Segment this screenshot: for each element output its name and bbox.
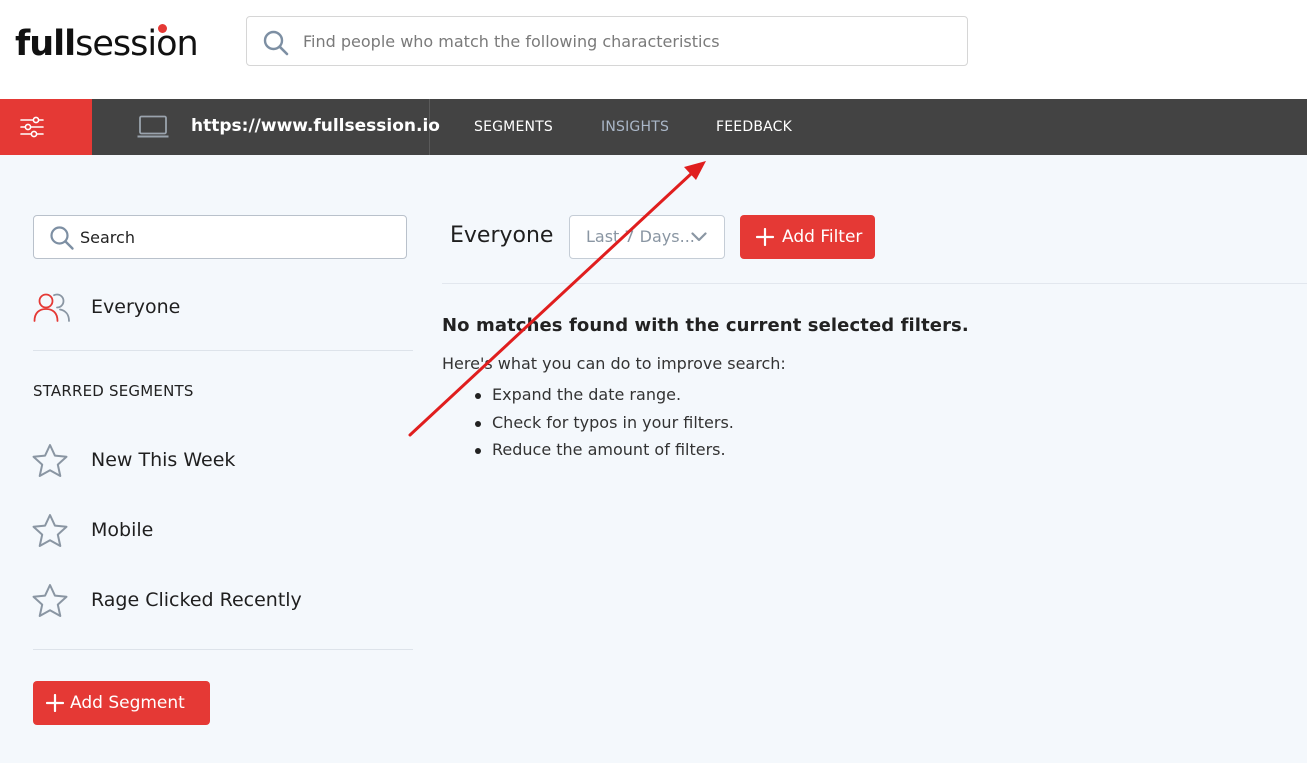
add-segment-button[interactable]: Add Segment [33,681,210,725]
starred-segments-heading: STARRED SEGMENTS [33,382,194,400]
empty-state-title: No matches found with the current select… [442,315,969,336]
segment-search-input[interactable] [80,225,390,249]
fullsession-logo[interactable]: fullsession [15,22,199,66]
sidebar-divider [33,649,413,650]
star-outline-icon [32,584,68,617]
segment-label: Mobile [91,519,154,541]
search-icon [50,226,74,250]
sidebar-item-label: Everyone [91,296,181,318]
logo-text-session: session [75,24,199,64]
segment-title: Everyone [450,223,554,248]
logo-text-full: full [15,24,76,64]
starred-segment-new-this-week[interactable]: New This Week [31,442,411,482]
add-segment-label: Add Segment [70,693,185,713]
plus-icon [46,694,64,712]
main-area: Everyone STARRED SEGMENTS New This Week … [0,155,1307,763]
site-selector[interactable]: https://www.fullsession.io [92,99,440,155]
segment-label: Rage Clicked Recently [91,589,302,611]
sidebar-divider [33,350,413,351]
filters-menu-button[interactable] [0,99,92,155]
plus-icon [756,228,774,246]
global-search-input[interactable] [303,26,943,56]
search-icon [263,30,289,56]
logo-dot [158,24,167,33]
global-search-box[interactable] [246,16,968,66]
segment-label: New This Week [91,449,236,471]
sliders-icon [20,116,44,138]
chevron-down-icon [691,232,707,242]
date-range-select[interactable]: Last 7 Days... [569,215,725,259]
star-outline-icon [32,514,68,547]
nav-bar: https://www.fullsession.io SEGMENTS INSI… [0,99,1307,155]
tab-segments[interactable]: SEGMENTS [474,118,553,136]
tip-item: Expand the date range. [475,381,734,409]
tip-item: Reduce the amount of filters. [475,436,734,464]
content-divider [442,283,1307,284]
star-outline-icon [32,444,68,477]
top-bar: fullsession [0,0,1307,99]
add-filter-label: Add Filter [782,227,863,247]
users-icon [33,293,70,322]
segment-search-box[interactable] [33,215,407,259]
tab-feedback[interactable]: FEEDBACK [716,118,792,136]
tip-item: Check for typos in your filters. [475,409,734,437]
site-url: https://www.fullsession.io [191,116,440,136]
empty-state-tips: Expand the date range. Check for typos i… [475,381,734,464]
add-filter-button[interactable]: Add Filter [740,215,875,259]
monitor-icon [137,115,169,138]
tab-insights[interactable]: INSIGHTS [601,118,669,136]
starred-segment-rage-clicked-recently[interactable]: Rage Clicked Recently [31,582,411,622]
starred-segment-mobile[interactable]: Mobile [31,512,411,552]
empty-state-hint: Here's what you can do to improve search… [442,354,786,373]
sidebar-item-everyone[interactable]: Everyone [33,288,413,328]
date-range-value: Last 7 Days... [586,227,695,246]
